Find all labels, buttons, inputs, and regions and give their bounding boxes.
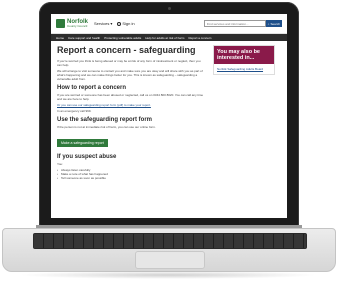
intro-paragraph: If you’re worried you think is being abu… <box>57 59 201 67</box>
intro-paragraph: We will arrange to visit someone to cont… <box>57 69 203 81</box>
form-paragraph: If the person is not at immediate risk o… <box>57 125 156 129</box>
search-input[interactable] <box>203 20 266 27</box>
search-button-label: Search <box>270 21 280 26</box>
user-icon <box>117 21 122 26</box>
emergency-paragraph: In an emergency call 999. <box>57 109 92 113</box>
related-sidebar: You may also be interested in... Norfolk… <box>213 45 275 182</box>
page-title: Report a concern - safeguarding <box>57 45 196 55</box>
report-paragraph: If you are worried or someone has been a… <box>57 93 204 101</box>
suspect-list: Always listen carefully Make a note of w… <box>57 168 205 180</box>
trackpad <box>135 251 205 269</box>
search-button[interactable]: ⌕ Search <box>265 20 282 27</box>
breadcrumb-item: Report a concern <box>188 35 212 40</box>
report-form-link[interactable]: Or you can use our safeguarding report f… <box>57 103 205 107</box>
breadcrumb-item[interactable]: Protecting vulnerable adults <box>104 36 141 40</box>
signin-label: Sign in <box>122 21 135 26</box>
laptop-base <box>2 228 336 272</box>
services-menu[interactable]: Services ▾ <box>94 21 112 26</box>
laptop-shadow <box>18 271 318 279</box>
related-box: You may also be interested in... Norfolk… <box>213 45 275 75</box>
search-icon: ⌕ <box>267 21 270 26</box>
services-label: Services <box>94 21 110 26</box>
suspect-intro: You: <box>57 162 63 166</box>
logo-icon <box>56 19 65 28</box>
search-bar: ⌕ Search <box>203 20 282 27</box>
breadcrumb: Home Care support and health Protecting … <box>51 34 287 41</box>
signin-link[interactable]: Sign in <box>117 21 135 26</box>
main-column: Report a concern - safeguarding If you’r… <box>57 45 205 182</box>
webcam <box>167 7 171 10</box>
breadcrumb-item[interactable]: Home <box>56 36 64 40</box>
breadcrumb-item[interactable]: Help for adults at risk of harm <box>145 36 184 40</box>
laptop-mockup: Norfolk County Council Services ▾ Sign i… <box>0 0 337 291</box>
section-heading-report: How to report a concern <box>57 85 127 91</box>
list-item: Tell someone as soon as possible <box>57 176 205 180</box>
related-link[interactable]: Norfolk Safeguarding Adults Board <box>214 64 274 74</box>
section-heading-suspect: If you suspect abuse <box>57 154 117 160</box>
related-heading: You may also be interested in... <box>214 46 274 64</box>
page-content: Report a concern - safeguarding If you’r… <box>51 41 287 186</box>
site-header: Norfolk County Council Services ▾ Sign i… <box>51 14 287 34</box>
laptop-screen: Norfolk County Council Services ▾ Sign i… <box>51 14 287 218</box>
breadcrumb-item[interactable]: Care support and health <box>68 36 100 40</box>
chevron-down-icon: ▾ <box>110 21 113 26</box>
site-logo[interactable]: Norfolk County Council <box>56 19 88 28</box>
section-heading-form: Use the safeguarding report form <box>57 117 153 123</box>
laptop-lid: Norfolk County Council Services ▾ Sign i… <box>39 2 299 226</box>
make-report-button[interactable]: Make a safeguarding report <box>57 139 108 147</box>
logo-text: Norfolk County Council <box>67 19 88 28</box>
keyboard <box>33 233 307 249</box>
logo-sub: County Council <box>67 24 88 28</box>
